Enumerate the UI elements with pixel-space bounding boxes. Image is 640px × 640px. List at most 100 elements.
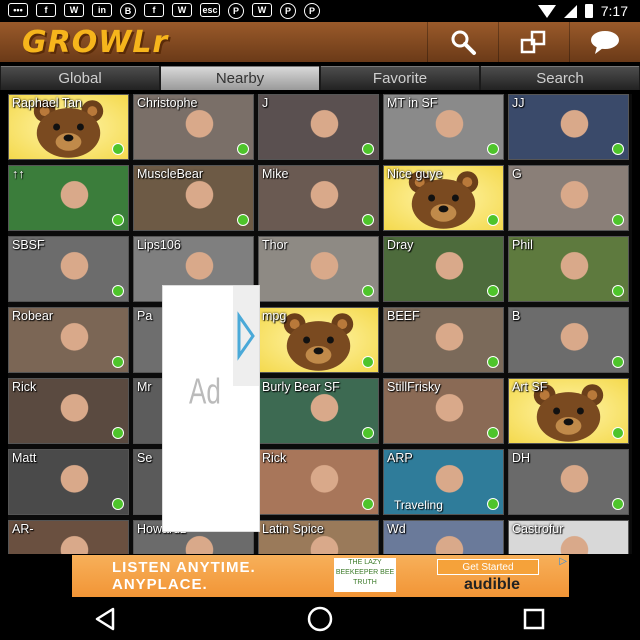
profile-tile[interactable]: Phil xyxy=(508,236,629,302)
profile-tile[interactable]: Mike xyxy=(258,165,379,231)
profile-name: Dray xyxy=(387,238,414,252)
banner-line2: ANYPLACE. xyxy=(112,576,208,593)
recents-icon[interactable] xyxy=(521,606,547,632)
profile-tile[interactable]: Raphael Tan xyxy=(8,94,129,160)
profile-tile[interactable]: AR- xyxy=(8,520,129,554)
tab-global[interactable]: Global xyxy=(1,66,159,90)
online-indicator xyxy=(612,143,624,155)
wolf-icon: W xyxy=(252,3,272,17)
wifi-icon xyxy=(537,4,556,18)
profile-tile[interactable]: Thor xyxy=(258,236,379,302)
profile-name: Rick xyxy=(12,380,37,394)
wolf-icon: W xyxy=(64,3,84,17)
clock: 7:17 xyxy=(600,3,628,19)
profile-name: Mr xyxy=(137,380,152,394)
profile-name: Mike xyxy=(262,167,289,181)
profile-name: Nice guye xyxy=(387,167,443,181)
profile-name: DH xyxy=(512,451,531,465)
profile-name: MuscleBear xyxy=(137,167,203,181)
profile-name: ARP xyxy=(387,451,413,465)
profile-name: Wd xyxy=(387,522,406,536)
status-bar-right: 7:17 xyxy=(537,3,640,19)
profile-name: Se xyxy=(137,451,153,465)
profile-name: MT in SF xyxy=(387,96,438,110)
profile-name: Matt xyxy=(12,451,37,465)
profile-name: Pa xyxy=(137,309,153,323)
online-indicator xyxy=(362,498,374,510)
online-indicator xyxy=(487,143,499,155)
online-indicator xyxy=(362,143,374,155)
online-indicator xyxy=(362,427,374,439)
profile-tile[interactable]: Art SF xyxy=(508,378,629,444)
profile-tile[interactable]: SBSF xyxy=(8,236,129,302)
search-button[interactable] xyxy=(427,22,498,62)
profile-tile[interactable]: MT in SF xyxy=(383,94,504,160)
profile-name: Burly Bear SF xyxy=(262,380,340,394)
pinterest-icon: P xyxy=(228,3,244,19)
profile-tile[interactable]: Dray xyxy=(383,236,504,302)
chat-bubble-icon: ••• xyxy=(8,3,28,17)
profile-name: BEEF xyxy=(387,309,420,323)
profile-tile[interactable]: Robear xyxy=(8,307,129,373)
tab-favorite[interactable]: Favorite xyxy=(321,66,479,90)
profile-tile[interactable]: ↑↑ xyxy=(8,165,129,231)
profile-tile[interactable]: Latin Spice xyxy=(258,520,379,554)
profile-tile[interactable]: Matt xyxy=(8,449,129,515)
profile-tile[interactable]: Rick xyxy=(258,449,379,515)
esc-icon: esc xyxy=(200,3,220,17)
notification-icons: ••• f Win Bf Wesc P W P P xyxy=(0,3,320,19)
profile-tile[interactable]: Christophe xyxy=(133,94,254,160)
profile-tile[interactable]: G xyxy=(508,165,629,231)
profile-tile[interactable]: Castrofur xyxy=(508,520,629,554)
grid-toggle-icon xyxy=(520,30,546,54)
ad-info-icon[interactable]: ▷ xyxy=(559,556,567,567)
profile-tile[interactable]: MuscleBear xyxy=(133,165,254,231)
profile-name: J xyxy=(262,96,269,110)
profile-tile[interactable]: JJ xyxy=(508,94,629,160)
cellular-icon xyxy=(563,4,577,18)
home-icon[interactable] xyxy=(305,604,335,634)
profile-tile[interactable]: ARP Traveling xyxy=(383,449,504,515)
profile-name: Art SF xyxy=(512,380,548,394)
profile-tile[interactable]: B xyxy=(508,307,629,373)
online-indicator xyxy=(362,214,374,226)
ad-label: Ad xyxy=(189,369,221,412)
profile-tile[interactable]: StillFrisky xyxy=(383,378,504,444)
profile-tile[interactable]: Rick xyxy=(8,378,129,444)
view-toggle-button[interactable] xyxy=(498,22,569,62)
tab-nearby[interactable]: Nearby xyxy=(161,66,319,90)
profile-name: B xyxy=(512,309,521,323)
profile-name: Lips106 xyxy=(137,238,181,252)
profile-tile[interactable]: J xyxy=(258,94,379,160)
online-indicator xyxy=(112,214,124,226)
online-indicator xyxy=(237,143,249,155)
online-indicator xyxy=(112,285,124,297)
profile-name: Castrofur xyxy=(512,522,564,536)
online-indicator xyxy=(487,427,499,439)
pinterest-icon: P xyxy=(304,3,320,19)
app-bar: GROWLr xyxy=(0,22,640,62)
online-indicator xyxy=(487,214,499,226)
profile-tile[interactable]: DH xyxy=(508,449,629,515)
facebook-icon: f xyxy=(36,3,56,17)
online-indicator xyxy=(362,356,374,368)
profile-tile[interactable]: Wd xyxy=(383,520,504,554)
ad-choices-icon[interactable] xyxy=(233,286,259,386)
audible-logo: audible xyxy=(464,576,521,593)
profile-tile[interactable]: Nice guye xyxy=(383,165,504,231)
profile-tile[interactable]: mpg xyxy=(258,307,379,373)
online-indicator xyxy=(612,285,624,297)
tab-search[interactable]: Search xyxy=(481,66,639,90)
online-indicator xyxy=(487,498,499,510)
chat-button[interactable] xyxy=(569,22,640,62)
profile-grid: Raphael Tan Christophe J MT in SF JJ ↑↑ Muscle… xyxy=(8,94,632,554)
online-indicator xyxy=(612,427,624,439)
profile-name: AR- xyxy=(12,522,34,536)
ad-overlay[interactable]: Ad xyxy=(162,285,260,532)
profile-status: Traveling xyxy=(394,498,443,512)
profile-tile[interactable]: BEEF xyxy=(383,307,504,373)
banner-ad[interactable]: LISTEN ANYTIME. ANYPLACE. THE LAZY BEEKE… xyxy=(72,555,569,597)
get-started-button[interactable]: Get Started xyxy=(437,559,539,575)
profile-tile[interactable]: Burly Bear SF xyxy=(258,378,379,444)
back-icon[interactable] xyxy=(93,606,119,632)
